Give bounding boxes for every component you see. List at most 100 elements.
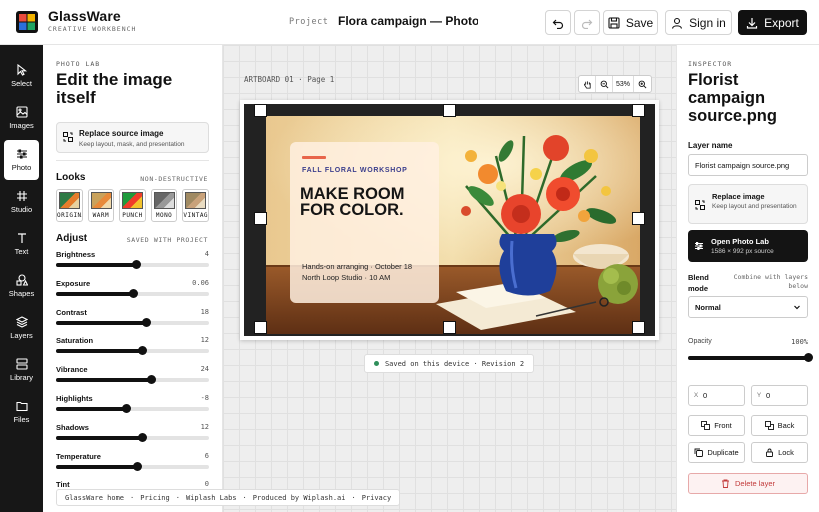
front-label: Front [714,421,732,430]
slider-thumb[interactable] [137,432,147,442]
look-punch[interactable]: PUNCH [119,189,146,222]
bring-to-front-button[interactable]: Front [688,415,745,436]
sign-in-button[interactable]: Sign in [665,10,732,35]
opacity-slider[interactable] [688,353,813,362]
duplicate-button[interactable]: Duplicate [688,442,745,463]
sign-in-label: Sign in [689,15,726,30]
resize-handle-bottom-left[interactable] [254,321,267,334]
y-position-field[interactable]: Y 0 [751,385,808,406]
slider-track[interactable] [56,288,209,298]
rail-item-files[interactable]: Files [4,392,39,432]
slider-value: 0 [204,480,209,489]
resize-handle-bottom-right[interactable] [632,321,645,334]
slider-thumb[interactable] [131,260,141,269]
pan-button[interactable] [579,76,596,92]
footer-link-home[interactable]: GlassWare home [65,494,124,502]
resize-handle-top-left[interactable] [254,104,267,117]
send-to-back-button[interactable]: Back [751,415,808,436]
opacity-label: Opacity [688,338,712,345]
replace-image-title: Replace image [712,192,765,201]
slider-thumb[interactable] [137,346,147,356]
x-position-field[interactable]: X 0 [688,385,745,406]
rail-item-shapes[interactable]: Shapes [4,266,39,306]
save-button[interactable]: Save [603,10,658,35]
lock-button[interactable]: Lock [751,442,808,463]
layers-icon [15,316,28,328]
look-warm[interactable]: WARM [87,189,115,222]
slider-track[interactable] [56,432,209,442]
rail-item-studio[interactable]: Studio [4,182,39,222]
zoom-level[interactable]: 53% [613,76,634,92]
zoom-out-button[interactable] [596,76,613,92]
layer-name-input[interactable]: Florist campaign source.png [688,154,808,176]
look-label: PUNCH [122,212,143,219]
blend-mode-label: Blend mode [688,273,709,293]
slider-track[interactable] [56,346,209,356]
replace-image-button[interactable]: Replace image Keep layout and presentati… [688,184,808,224]
sliders-icon [16,149,27,159]
resize-handle-left[interactable] [254,212,267,225]
slider-thumb[interactable] [133,461,143,471]
project-label: Project [289,17,329,27]
slider-value: 0.06 [192,278,209,287]
redo-icon [581,19,593,29]
blend-mode-select[interactable]: Normal [688,296,808,318]
slider-value: 12 [200,422,209,431]
resize-handle-bottom[interactable] [443,321,456,334]
slider-thumb[interactable] [146,375,156,385]
undo-icon [552,19,564,29]
bring-front-icon [701,421,711,430]
delete-layer-button[interactable]: Delete layer [688,473,808,494]
tool-rail: Select Images Photo Studio Text Shapes L… [0,45,43,512]
opacity-slider-thumb[interactable] [804,353,813,362]
rail-item-library[interactable]: Library [4,350,39,390]
send-back-icon [764,421,774,430]
looks-note: NON-DESTRUCTIVE [140,175,208,183]
redo-button[interactable] [574,10,600,35]
slider-fill [56,435,142,440]
undo-button[interactable] [545,10,571,35]
open-photo-lab-button[interactable]: Open Photo Lab 1586 × 992 px source [688,230,808,262]
slider-thumb[interactable] [142,317,152,327]
footer-link-labs[interactable]: Wiplash Labs [186,494,237,502]
look-swatch [59,192,80,209]
library-icon [15,358,28,370]
slider-track[interactable] [56,461,209,471]
look-vintage[interactable]: VINTAGE [182,189,209,222]
resize-handle-top[interactable] [443,104,456,117]
rail-item-select[interactable]: Select [4,56,39,96]
rail-item-text[interactable]: Text [4,224,39,264]
artboard-label: ARTBOARD 01 · Page 1 [244,75,335,84]
footer-link-privacy[interactable]: Privacy [362,494,392,502]
slider-track[interactable] [56,375,209,385]
slider-track[interactable] [56,260,209,269]
promo-card[interactable]: FALL FLORAL WORKSHOP MAKE ROOM FOR COLOR… [290,142,439,303]
footer-link-pricing[interactable]: Pricing [140,494,170,502]
slider-temperature: Temperature 6 [56,452,209,476]
resize-handle-right[interactable] [632,212,645,225]
slider-thumb[interactable] [122,404,132,413]
slider-track[interactable] [56,317,209,327]
slider-thumb[interactable] [128,288,138,298]
project-title[interactable]: Flora campaign — Photo La [338,14,478,28]
promo-line-1: Hands-on arranging · October 18 [302,262,413,271]
export-button[interactable]: Export [738,10,807,35]
rail-item-photo[interactable]: Photo [4,140,39,180]
rail-label: Text [14,247,29,256]
rail-label: Files [13,415,30,424]
rail-item-layers[interactable]: Layers [4,308,39,348]
footer-link-produced[interactable]: Produced by Wiplash.ai [253,494,346,502]
look-label: ORIGINAL [57,212,82,219]
rail-item-images[interactable]: Images [4,98,39,138]
zoom-in-button[interactable] [634,76,651,92]
artboard[interactable]: FALL FLORAL WORKSHOP MAKE ROOM FOR COLOR… [240,100,659,340]
open-photo-lab-title: Open Photo Lab [711,237,769,246]
resize-handle-top-right[interactable] [632,104,645,117]
slider-track[interactable] [56,404,209,413]
canvas-area[interactable]: ARTBOARD 01 · Page 1 53% FALL FLORAL WOR… [223,45,676,512]
look-mono[interactable]: MONO [150,189,178,222]
replace-source-button[interactable]: Replace source image Keep layout, mask, … [56,122,209,153]
promo-headline-line-1: MAKE ROOM [300,185,405,203]
look-original[interactable]: ORIGINAL [56,189,83,222]
save-status: Saved on this device · Revision 2 [364,354,534,373]
